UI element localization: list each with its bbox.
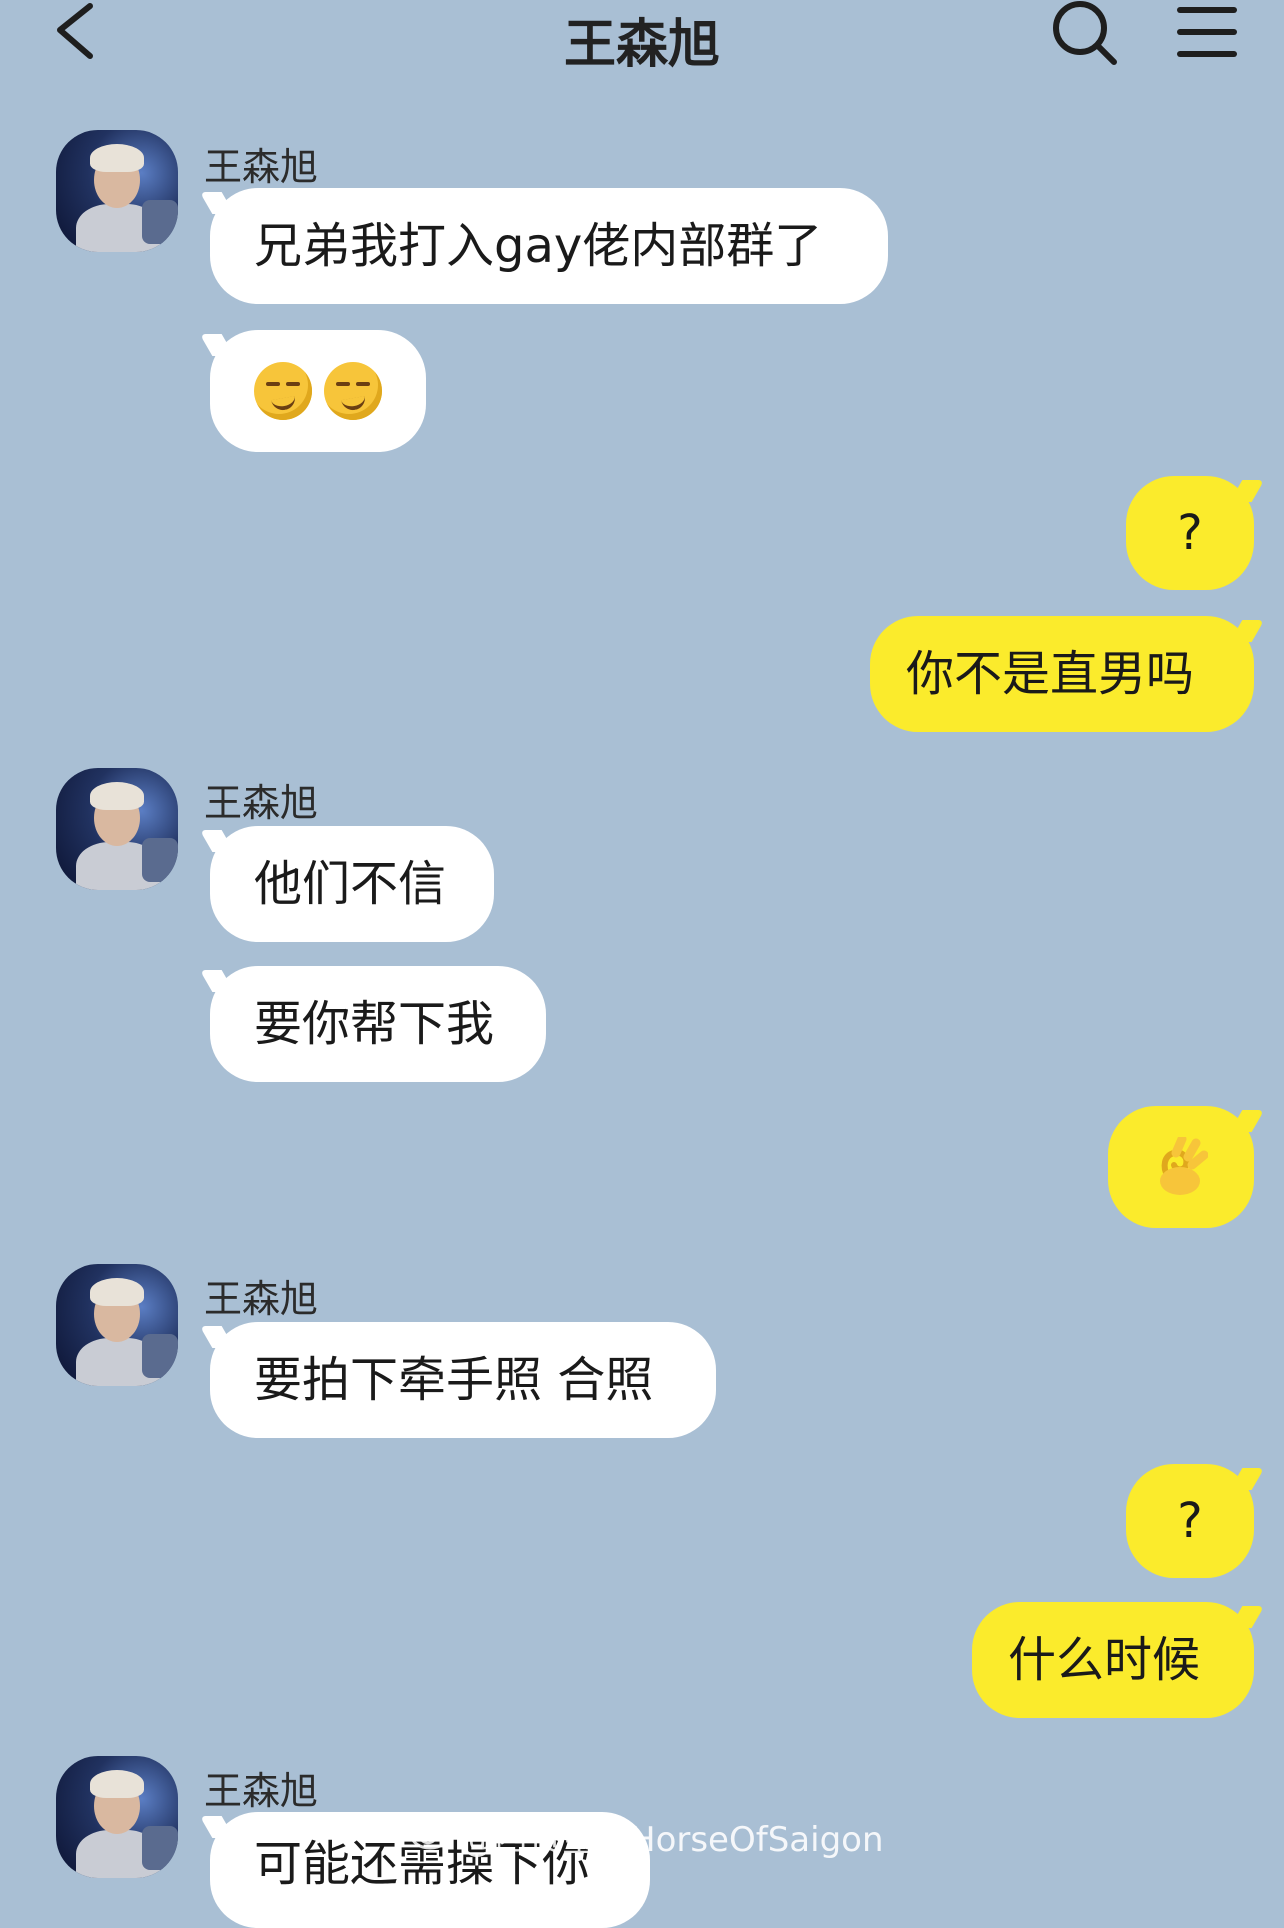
contact-avatar[interactable] <box>56 1756 178 1878</box>
search-icon[interactable] <box>1050 0 1120 70</box>
outgoing-message-bubble[interactable]: ? <box>1126 476 1254 590</box>
message-text: 什么时候 <box>1008 1632 1201 1688</box>
sender-name: 王森旭 <box>204 1769 319 1813</box>
outgoing-message-bubble[interactable]: 你不是直男吗 <box>870 616 1254 732</box>
sender-name: 王森旭 <box>204 145 319 189</box>
incoming-message-bubble[interactable]: 兄弟我打入gay佬内部群了 <box>210 188 888 304</box>
message-text: 你不是直男吗 <box>906 646 1195 702</box>
contact-avatar[interactable] <box>56 130 178 252</box>
weibo-logo-icon <box>410 1818 454 1850</box>
incoming-emoji-bubble[interactable] <box>210 330 426 452</box>
message-text: 他们不信 <box>254 856 447 912</box>
message-text: 兄弟我打入gay佬内部群了 <box>254 218 823 274</box>
message-text: 要拍下牵手照 合照 <box>254 1352 654 1408</box>
incoming-message-bubble[interactable]: 他们不信 <box>210 826 494 942</box>
message-text: 要你帮下我 <box>254 996 495 1052</box>
outgoing-emoji-bubble[interactable] <box>1108 1106 1254 1228</box>
smirking-face-emoji <box>254 362 312 420</box>
incoming-message-bubble[interactable]: 要拍下牵手照 合照 <box>210 1322 716 1438</box>
smirking-face-emoji <box>324 362 382 420</box>
sender-name: 王森旭 <box>204 781 319 825</box>
contact-avatar[interactable] <box>56 1264 178 1386</box>
menu-icon[interactable] <box>1176 0 1238 64</box>
incoming-message-bubble[interactable]: 要你帮下我 <box>210 966 546 1082</box>
watermark-text: @西贡皇后HorseOfSaigon <box>460 1820 884 1860</box>
ok-hand-emoji <box>1160 1137 1208 1195</box>
contact-avatar[interactable] <box>56 768 178 890</box>
sender-name: 王森旭 <box>204 1277 319 1321</box>
chat-header: 王森旭 <box>0 0 1284 75</box>
outgoing-message-bubble[interactable]: 什么时候 <box>972 1602 1254 1718</box>
message-text: ? <box>1177 1493 1203 1549</box>
message-text: ? <box>1177 505 1203 561</box>
outgoing-message-bubble[interactable]: ? <box>1126 1464 1254 1578</box>
